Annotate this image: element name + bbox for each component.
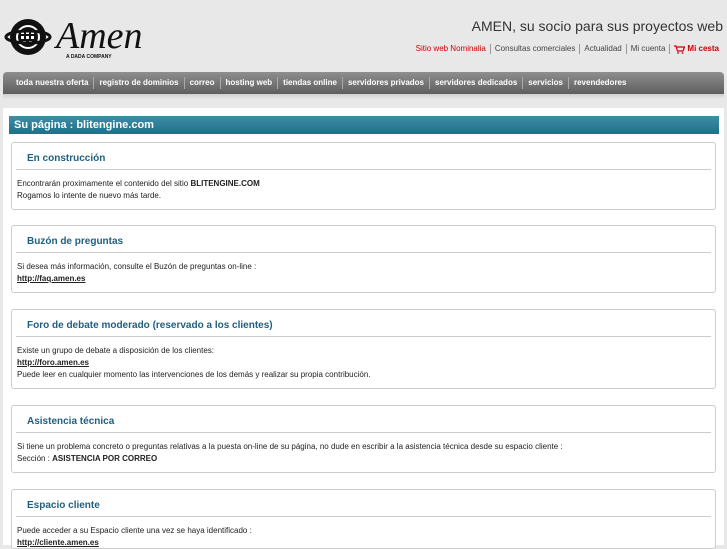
cart-icon	[674, 44, 686, 54]
box-construction: En construcción Encontrarán proximamente…	[11, 142, 716, 210]
box-content: Si tiene un problema concreto o pregunta…	[12, 433, 715, 465]
top-links: Sitio web Nominalia Consultas comerciale…	[412, 44, 723, 54]
domain-name: BLITENGINE.COM	[190, 179, 260, 188]
logo-text: Amen	[53, 15, 143, 57]
cart-label: Mi cesta	[687, 44, 719, 53]
support-section: ASISTENCIA POR CORREO	[52, 454, 158, 463]
cart-link[interactable]: Mi cesta	[669, 44, 723, 54]
link-consultas[interactable]: Consultas comerciales	[489, 44, 579, 54]
nav-item-dedicados[interactable]: servidores dedicados	[429, 77, 522, 89]
box-text: Si tiene un problema concreto o pregunta…	[17, 442, 563, 451]
nav-item-dominios[interactable]: registro de dominios	[93, 77, 183, 89]
box-text: Puede acceder a su Espacio cliente una v…	[17, 526, 252, 535]
box-forum: Foro de debate moderado (reservado a los…	[11, 309, 716, 389]
box-text: Rogamos lo intente de nuevo más tarde.	[17, 191, 162, 200]
site-header: Amen A DADA COMPANY AMEN, su socio para …	[0, 0, 727, 72]
box-support: Asistencia técnica Si tiene un problema …	[11, 405, 716, 473]
box-title: Asistencia técnica	[16, 406, 711, 433]
forum-link[interactable]: http://foro.amen.es	[17, 358, 89, 367]
nav-item-tiendas[interactable]: tiendas online	[277, 77, 342, 89]
nav-item-oferta[interactable]: toda nuestra oferta	[11, 77, 93, 89]
tagline: AMEN, su socio para sus proyectos web	[471, 18, 723, 34]
nav-item-hosting[interactable]: hosting web	[219, 77, 278, 89]
link-mi-cuenta[interactable]: Mi cuenta	[625, 44, 670, 54]
box-text: Sección :	[17, 454, 53, 463]
nav-item-servicios[interactable]: servicios	[522, 77, 568, 89]
client-link[interactable]: http://cliente.amen.es	[17, 538, 99, 547]
box-client-area: Espacio cliente Puede acceder a su Espac…	[11, 489, 716, 549]
globe-logo-icon: Amen A DADA COMPANY	[4, 15, 143, 60]
link-nominalia[interactable]: Sitio web Nominalia	[412, 44, 490, 54]
nav-item-privados[interactable]: servidores privados	[341, 77, 429, 89]
box-faq: Buzón de preguntas Si desea más informac…	[11, 225, 716, 293]
nav-shadow	[3, 94, 724, 99]
box-title: Buzón de preguntas	[16, 226, 711, 253]
box-text: Existe un grupo de debate a disposición …	[17, 346, 215, 355]
box-content: Puede acceder a su Espacio cliente una v…	[12, 517, 715, 549]
faq-link[interactable]: http://faq.amen.es	[17, 274, 85, 283]
link-actualidad[interactable]: Actualidad	[579, 44, 625, 54]
main-nav: toda nuestra oferta registro de dominios…	[3, 72, 724, 94]
box-content: Si desea más información, consulte el Bu…	[12, 253, 715, 285]
box-content: Existe un grupo de debate a disposición …	[12, 337, 715, 381]
box-title: En construcción	[16, 143, 711, 170]
box-title: Foro de debate moderado (reservado a los…	[16, 310, 711, 337]
box-text: Puede leer en cualquier momento las inte…	[17, 370, 371, 379]
box-text: Si desea más información, consulte el Bu…	[17, 262, 257, 271]
box-text: Encontrarán proximamente el contenido de…	[17, 179, 191, 188]
main-content: Su página : blitengine.com En construcci…	[3, 108, 724, 549]
box-content: Encontrarán proximamente el contenido de…	[12, 170, 715, 202]
page-title: Su página : blitengine.com	[9, 116, 719, 134]
nav-item-revendedores[interactable]: revendedores	[567, 77, 631, 89]
nav-item-correo[interactable]: correo	[183, 77, 220, 89]
logo-subtitle: A DADA COMPANY	[66, 54, 112, 60]
amen-logo[interactable]: Amen A DADA COMPANY	[4, 10, 184, 60]
box-title: Espacio cliente	[16, 490, 711, 517]
